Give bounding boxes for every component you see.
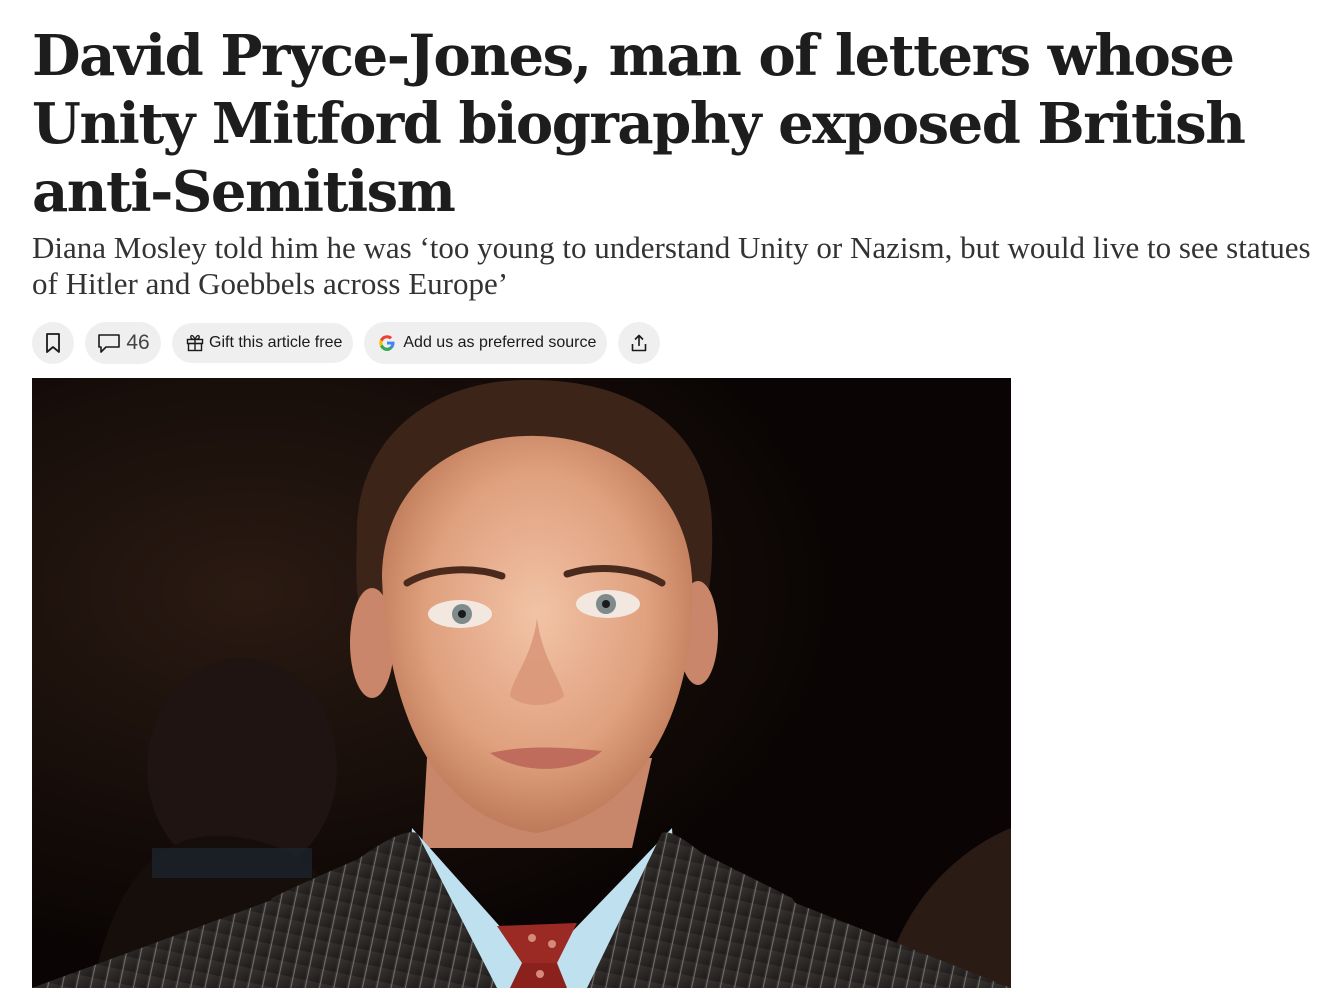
image-caption [32,988,1011,996]
article-actions: 46 Gift this article free Add us as pref… [32,322,661,364]
share-icon [629,333,649,353]
gift-article-button[interactable]: Gift this article free [172,323,354,363]
comments-button[interactable]: 46 [85,322,161,364]
bookmark-icon [43,332,63,354]
standfirst: Diana Mosley told him he was ‘too young … [32,230,1311,301]
portrait-photo [32,378,1011,988]
headline: David Pryce-Jones, man of letters whose … [32,23,1246,225]
comment-count: 46 [126,331,150,354]
article-header: David Pryce-Jones, man of letters whose … [32,0,1332,988]
gift-icon [185,333,205,353]
share-button[interactable] [618,322,661,364]
preferred-source-button[interactable]: Add us as preferred source [364,322,608,364]
google-g-icon [378,334,396,352]
hero-image [32,378,1011,988]
gift-label: Gift this article free [209,334,343,351]
save-button[interactable] [32,322,74,364]
comment-icon [96,332,122,354]
preferred-source-label: Add us as preferred source [403,334,597,351]
